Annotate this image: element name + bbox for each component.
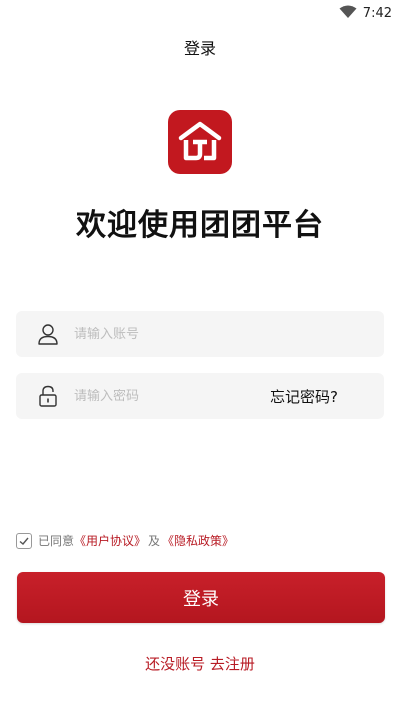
wifi-icon xyxy=(339,4,357,23)
house-logo-icon xyxy=(168,110,232,174)
privacy-policy-link[interactable]: 《隐私政策》 xyxy=(162,532,234,549)
password-field[interactable]: 忘记密码? xyxy=(16,373,384,419)
forgot-password-link[interactable]: 忘记密码? xyxy=(270,386,338,407)
password-input[interactable] xyxy=(74,388,234,404)
agree-prefix: 已同意 xyxy=(38,534,75,548)
register-link[interactable]: 还没账号 去注册 xyxy=(0,653,400,674)
welcome-title: 欢迎使用团团平台 xyxy=(76,208,324,243)
account-input[interactable] xyxy=(74,326,234,342)
status-icons: 7:42 xyxy=(339,4,392,23)
agree-checkbox[interactable] xyxy=(16,532,32,549)
page-title: 登录 xyxy=(183,39,216,58)
agree-and: 及 xyxy=(148,534,161,548)
agreement-row: 已同意 《用户协议》 及 《隐私政策》 xyxy=(16,532,234,549)
lock-icon xyxy=(36,384,60,408)
login-button[interactable]: 登录 xyxy=(17,572,385,623)
status-bar: 7:42 xyxy=(0,0,400,26)
account-field[interactable] xyxy=(16,311,384,357)
status-time: 7:42 xyxy=(362,6,392,21)
user-icon xyxy=(36,322,60,346)
user-agreement-link[interactable]: 《用户协议》 xyxy=(74,532,146,549)
check-icon xyxy=(19,537,29,545)
